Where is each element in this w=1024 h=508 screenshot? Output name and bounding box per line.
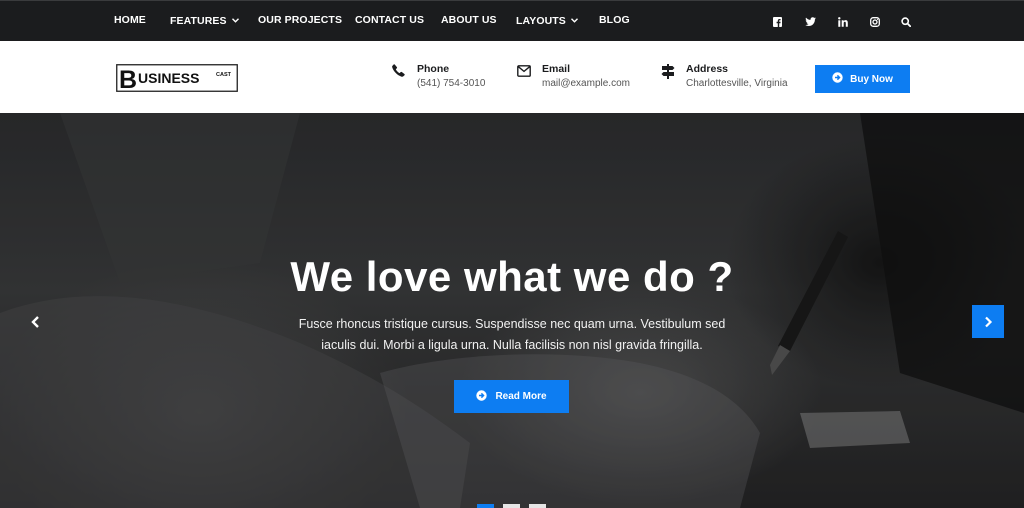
nav-item-features-label: FEATURES: [170, 15, 227, 27]
nav-item-layouts-label: LAYOUTS: [516, 15, 566, 27]
hero-description-line-1: Fusce rhoncus tristique cursus. Suspendi…: [298, 317, 726, 331]
phone-icon: [392, 64, 405, 82]
nav-item-home[interactable]: HOME: [114, 14, 146, 26]
buy-now-label: Buy Now: [850, 73, 893, 85]
arrow-circle-right-icon: [476, 389, 488, 404]
chevron-right-icon: [985, 316, 993, 327]
envelope-icon: [517, 64, 531, 82]
address-value: Charlottesville, Virginia: [686, 78, 788, 89]
nav-item-blog[interactable]: BLOG: [599, 14, 630, 26]
hero-description: Fusce rhoncus tristique cursus. Suspendi…: [280, 314, 744, 356]
instagram-icon[interactable]: [870, 14, 880, 32]
logo-big-letter: B: [119, 66, 137, 92]
signpost-icon: [661, 64, 675, 84]
slider-next-arrow[interactable]: [972, 305, 1004, 338]
hero-title: We love what we do ?: [290, 253, 734, 300]
slider-dot-3[interactable]: [529, 504, 546, 508]
twitter-icon[interactable]: [805, 14, 816, 32]
slider-prev-arrow[interactable]: [26, 312, 46, 332]
logo-small-text: CAST: [216, 72, 232, 78]
email-address[interactable]: mail@example.com: [542, 78, 630, 89]
search-icon[interactable]: [901, 14, 912, 32]
nav-item-our-projects[interactable]: OUR PROJECTS: [258, 14, 342, 26]
facebook-icon[interactable]: [773, 14, 782, 32]
address-label: Address: [686, 63, 729, 75]
nav-item-about-us[interactable]: ABOUT US: [441, 14, 497, 26]
buy-now-button[interactable]: Buy Now: [815, 65, 910, 93]
hero-background-image: [0, 113, 1024, 508]
slider-dot-1[interactable]: [477, 504, 494, 508]
read-more-button[interactable]: Read More: [454, 380, 569, 413]
linkedin-icon[interactable]: [838, 14, 848, 32]
business-cast-logo[interactable]: B USINESS CAST: [116, 64, 238, 94]
slider-dot-2[interactable]: [503, 504, 520, 508]
nav-item-contact-us[interactable]: CONTACT US: [355, 14, 424, 26]
hero-slider: We love what we do ? Fusce rhoncus trist…: [0, 113, 1024, 508]
phone-label: Phone: [417, 63, 450, 75]
chevron-left-icon: [31, 316, 39, 328]
nav-item-features[interactable]: FEATURES: [170, 14, 239, 27]
nav-item-layouts[interactable]: LAYOUTS: [516, 14, 578, 27]
top-navigation-bar: HOME FEATURES OUR PROJECTS CONTACT US AB…: [0, 0, 1024, 41]
phone-number[interactable]: (541) 754-3010: [417, 78, 485, 89]
arrow-circle-right-icon: [832, 72, 843, 86]
site-header: B USINESS CAST Phone (541) 754-3010 Emai…: [0, 41, 1024, 113]
chevron-down-icon: [570, 14, 578, 26]
chevron-down-icon: [231, 14, 239, 26]
email-label: Email: [542, 63, 571, 75]
read-more-label: Read More: [495, 391, 547, 402]
logo-text: USINESS: [138, 70, 199, 86]
hero-description-line-2: iaculis dui. Morbi a ligula urna. Nulla …: [321, 338, 703, 352]
